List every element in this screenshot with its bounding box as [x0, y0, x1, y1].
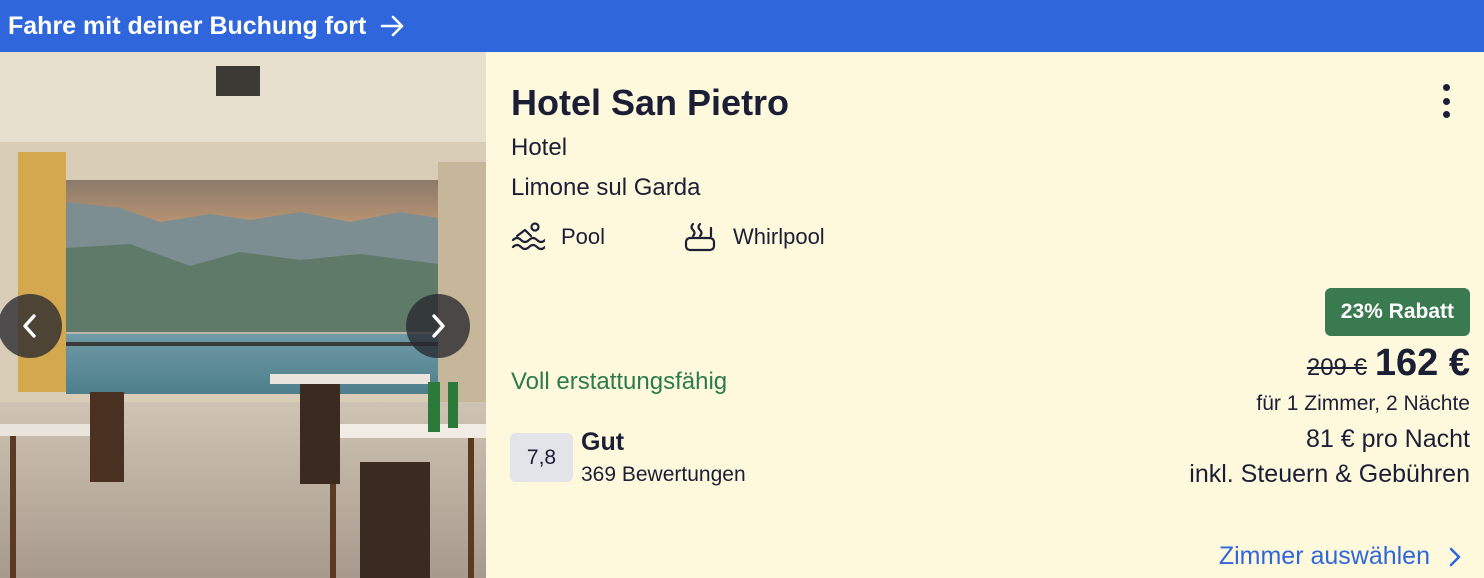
- price-row: 209 € 162 €: [1307, 342, 1470, 385]
- price-taxes-note: inkl. Steuern & Gebühren: [1189, 460, 1470, 488]
- hotel-type: Hotel: [511, 134, 568, 161]
- review-count: 369 Bewertungen: [581, 463, 746, 486]
- more-dot-icon: [1442, 97, 1450, 105]
- hotel-location: Limone sul Garda: [511, 174, 701, 201]
- current-price: 162 €: [1374, 342, 1470, 384]
- chevron-right-icon: [1449, 547, 1461, 566]
- price-details: für 1 Zimmer, 2 Nächte: [1256, 392, 1470, 415]
- hotel-card[interactable]: Hotel San Pietro Hotel Limone sul Garda …: [0, 52, 1484, 578]
- arrow-right-icon: [380, 15, 406, 37]
- chevron-left-icon: [23, 314, 36, 338]
- next-image-button[interactable]: [406, 294, 470, 358]
- hotel-photo: [0, 52, 486, 578]
- refund-policy: Voll erstattungsfähig: [511, 368, 728, 395]
- select-room-link[interactable]: Zimmer auswählen: [1219, 542, 1462, 571]
- price-per-night: 81 € pro Nacht: [1306, 425, 1470, 453]
- continue-booking-banner[interactable]: Fahre mit deiner Buchung fort: [0, 0, 1484, 52]
- banner-label: Fahre mit deiner Buchung fort: [8, 11, 367, 40]
- original-price: 209 €: [1306, 354, 1367, 381]
- hotel-name[interactable]: Hotel San Pietro: [511, 82, 789, 124]
- hot-tub-icon: [684, 222, 716, 252]
- amenity-label: Pool: [561, 224, 606, 249]
- more-dot-icon: [1442, 111, 1450, 118]
- rating-label: Gut: [581, 428, 625, 456]
- more-options-button[interactable]: [1432, 82, 1460, 120]
- more-dot-icon: [1442, 84, 1450, 91]
- rating-score: 7,8: [510, 433, 573, 482]
- amenity-whirlpool: Whirlpool: [683, 222, 825, 252]
- select-room-label: Zimmer auswählen: [1218, 542, 1430, 570]
- chevron-right-icon: [432, 314, 445, 338]
- pool-icon: [511, 222, 545, 251]
- previous-image-button[interactable]: [0, 294, 62, 358]
- amenity-pool: Pool: [511, 222, 605, 252]
- amenity-label: Whirlpool: [733, 224, 825, 249]
- discount-badge: 23% Rabatt: [1324, 288, 1470, 336]
